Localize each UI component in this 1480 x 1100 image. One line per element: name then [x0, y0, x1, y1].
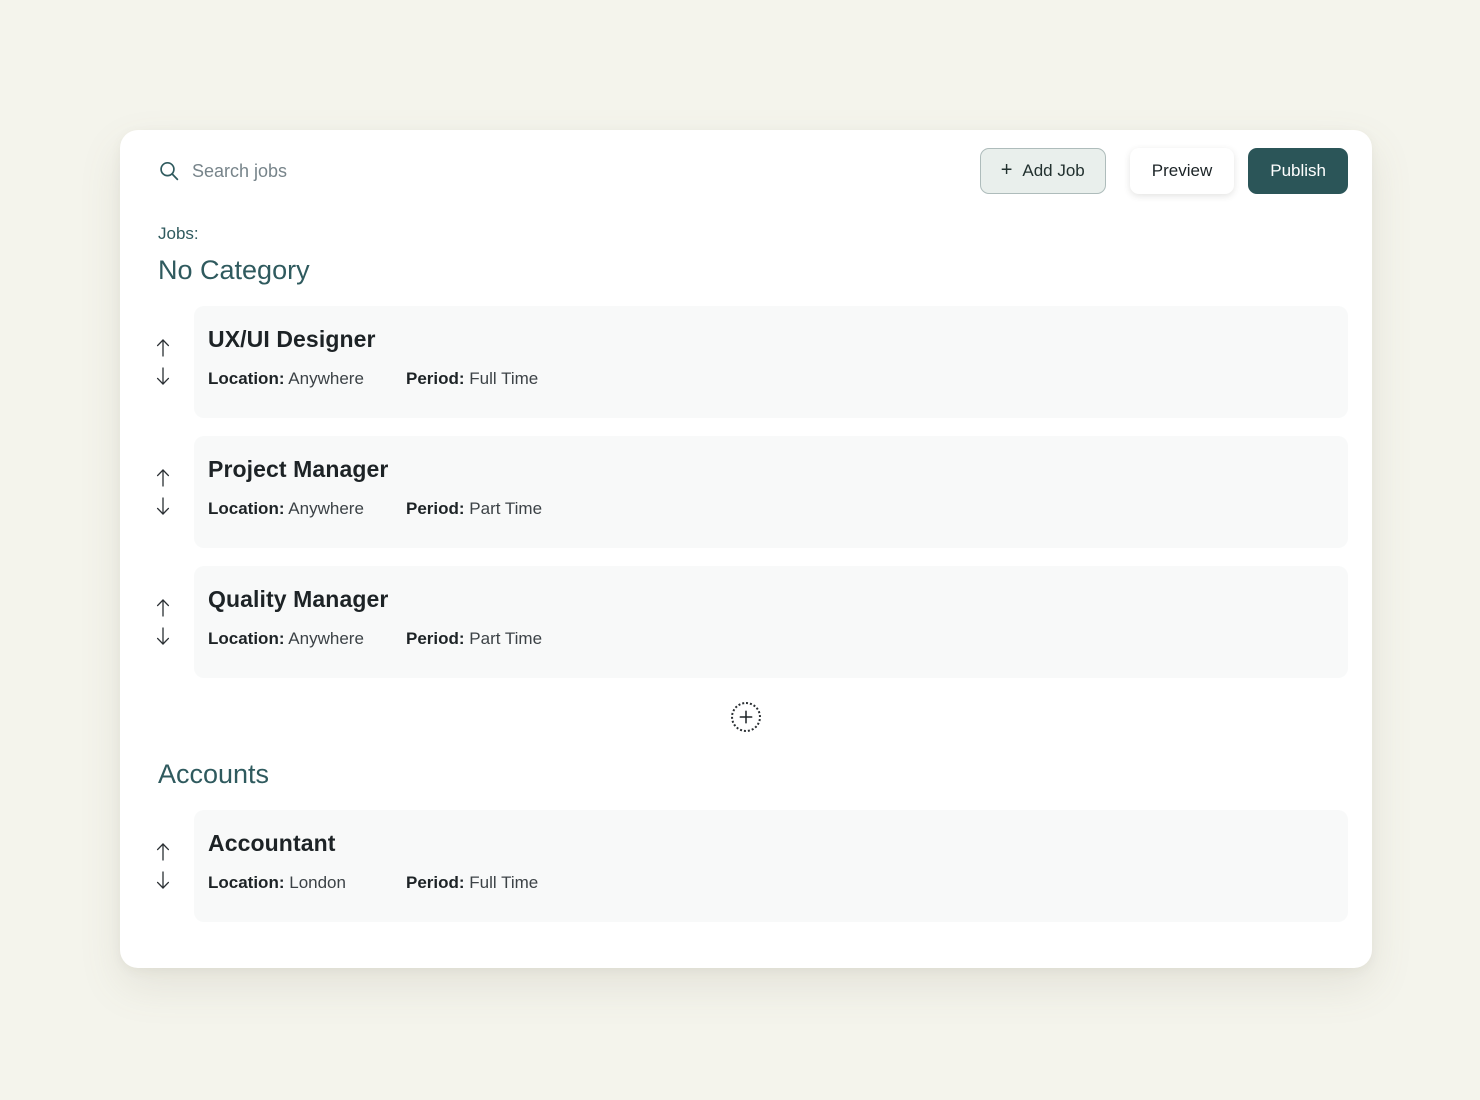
location-label: Location:	[208, 369, 285, 388]
reorder-controls	[150, 336, 176, 388]
arrow-down-icon[interactable]	[152, 364, 174, 388]
arrow-down-icon[interactable]	[152, 624, 174, 648]
page-background: + Add Job Preview Publish Jobs: No Categ…	[0, 0, 1480, 1100]
category-heading-accounts: Accounts	[158, 759, 270, 789]
job-period: Period: Part Time	[406, 628, 542, 650]
job-card[interactable]: UX/UI Designer Location: Anywhere Period…	[194, 306, 1348, 418]
list-item[interactable]: Quality Manager Location: Anywhere Perio…	[120, 566, 1372, 678]
job-location: Location: London	[208, 872, 406, 894]
add-job-inline-area	[120, 678, 1372, 756]
list-item[interactable]: Accountant Location: London Period: Full…	[120, 810, 1372, 922]
search-area	[158, 154, 612, 188]
arrow-up-icon[interactable]	[152, 596, 174, 620]
period-value: Full Time	[469, 873, 539, 892]
arrow-up-icon[interactable]	[152, 466, 174, 490]
job-meta: Location: London Period: Full Time	[208, 872, 1348, 894]
job-meta: Location: Anywhere Period: Part Time	[208, 628, 1348, 650]
jobs-panel: + Add Job Preview Publish Jobs: No Categ…	[120, 130, 1372, 968]
preview-button[interactable]: Preview	[1129, 148, 1235, 194]
jobs-label: Jobs:	[158, 224, 199, 243]
job-card[interactable]: Project Manager Location: Anywhere Perio…	[194, 436, 1348, 548]
period-value: Full Time	[469, 369, 539, 388]
location-value: Anywhere	[288, 499, 364, 518]
job-period: Period: Part Time	[406, 498, 542, 520]
location-label: Location:	[208, 873, 285, 892]
job-title: UX/UI Designer	[208, 326, 376, 352]
publish-button[interactable]: Publish	[1248, 148, 1348, 194]
search-icon	[158, 160, 180, 182]
period-value: Part Time	[469, 629, 543, 648]
add-job-button[interactable]: + Add Job	[979, 148, 1106, 194]
job-title: Accountant	[208, 830, 336, 856]
arrow-up-icon[interactable]	[152, 840, 174, 864]
job-location: Location: Anywhere	[208, 498, 406, 520]
panel-toolbar: + Add Job Preview Publish	[120, 130, 1372, 222]
plus-icon: +	[1000, 159, 1013, 181]
job-location: Location: Anywhere	[208, 628, 406, 650]
search-input[interactable]	[192, 157, 612, 185]
plus-circle-icon[interactable]	[731, 702, 761, 732]
job-list-no-category: UX/UI Designer Location: Anywhere Period…	[120, 306, 1372, 678]
job-card[interactable]: Quality Manager Location: Anywhere Perio…	[194, 566, 1348, 678]
reorder-controls	[150, 466, 176, 518]
arrow-up-icon[interactable]	[152, 336, 174, 360]
jobs-content: Jobs: No Category UX/UI Designer Locatio…	[120, 222, 1372, 922]
period-value: Part Time	[469, 499, 543, 518]
arrow-down-icon[interactable]	[152, 494, 174, 518]
location-value: London	[289, 873, 346, 892]
period-label: Period:	[406, 873, 465, 892]
job-location: Location: Anywhere	[208, 368, 406, 390]
toolbar-actions: + Add Job Preview Publish	[979, 148, 1348, 194]
period-label: Period:	[406, 369, 465, 388]
job-meta: Location: Anywhere Period: Part Time	[208, 498, 1348, 520]
add-job-label: Add Job	[1022, 161, 1085, 180]
location-label: Location:	[208, 629, 285, 648]
arrow-down-icon[interactable]	[152, 868, 174, 892]
job-period: Period: Full Time	[406, 872, 538, 894]
job-meta: Location: Anywhere Period: Full Time	[208, 368, 1348, 390]
period-label: Period:	[406, 629, 465, 648]
category-heading-no-category: No Category	[158, 255, 310, 285]
job-card[interactable]: Accountant Location: London Period: Full…	[194, 810, 1348, 922]
location-value: Anywhere	[288, 369, 364, 388]
location-label: Location:	[208, 499, 285, 518]
job-list-accounts: Accountant Location: London Period: Full…	[120, 810, 1372, 922]
job-title: Quality Manager	[208, 586, 389, 612]
location-value: Anywhere	[288, 629, 364, 648]
list-item[interactable]: Project Manager Location: Anywhere Perio…	[120, 436, 1372, 548]
job-title: Project Manager	[208, 456, 389, 482]
list-item[interactable]: UX/UI Designer Location: Anywhere Period…	[120, 306, 1372, 418]
reorder-controls	[150, 840, 176, 892]
period-label: Period:	[406, 499, 465, 518]
job-period: Period: Full Time	[406, 368, 538, 390]
reorder-controls	[150, 596, 176, 648]
